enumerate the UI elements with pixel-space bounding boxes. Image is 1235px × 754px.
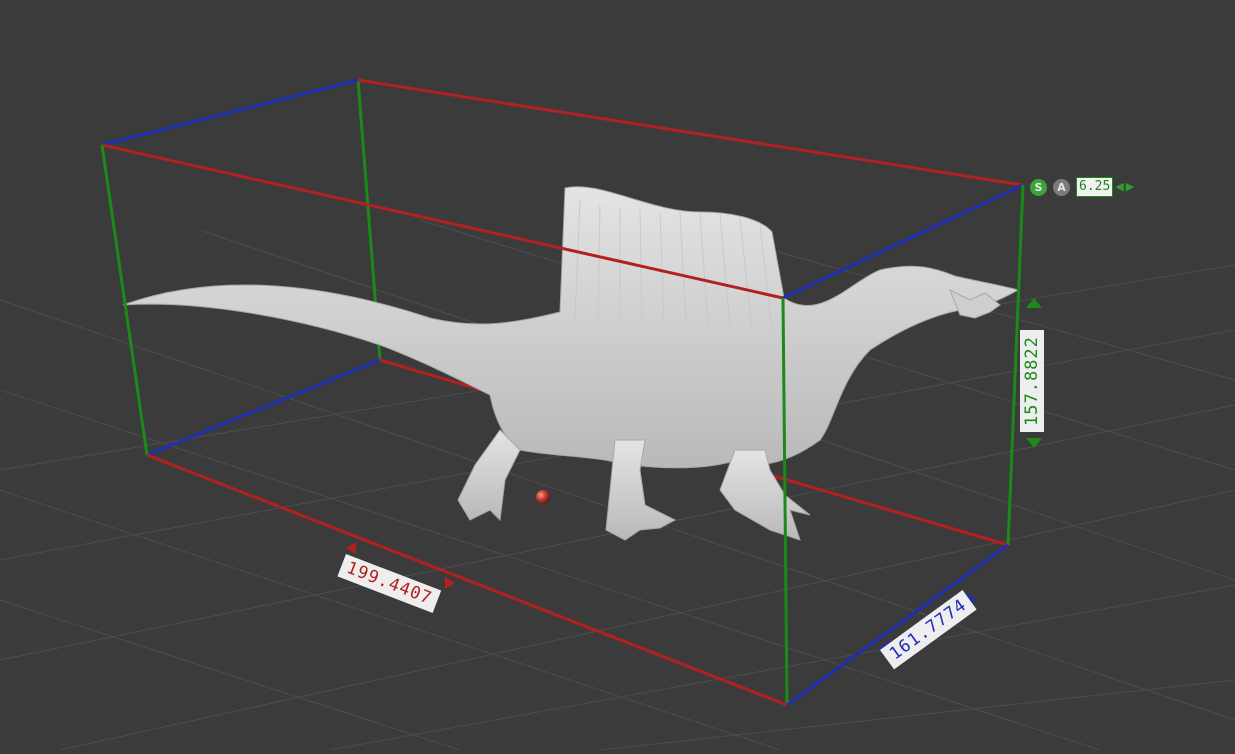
- scene-svg[interactable]: [0, 0, 1235, 751]
- scale-s-button[interactable]: S: [1030, 178, 1047, 196]
- scale-a-button[interactable]: A: [1053, 178, 1070, 196]
- dinosaur-model[interactable]: [122, 186, 1020, 541]
- scale-widget: S A 6.25 ◀ ▶: [1030, 177, 1134, 197]
- height-measurement-label[interactable]: 157.8822: [1020, 330, 1044, 432]
- triangle-right-icon[interactable]: ▶: [1126, 181, 1134, 192]
- 3d-viewport[interactable]: 199.4407 157.8822 161.7774 S A 6.25 ◀ ▶: [0, 0, 1235, 751]
- triangle-left-icon[interactable]: ◀: [1115, 181, 1123, 192]
- pivot-sphere-icon[interactable]: [536, 490, 550, 504]
- scale-value-control: 6.25 ◀ ▶: [1076, 177, 1134, 197]
- scale-value-field[interactable]: 6.25: [1076, 177, 1114, 197]
